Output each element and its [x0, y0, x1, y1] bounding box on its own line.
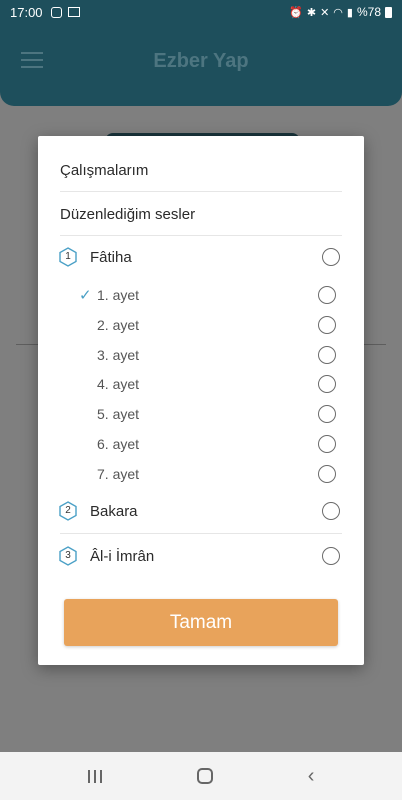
menu-item-my-studies[interactable]: Çalışmalarım: [60, 148, 342, 192]
app-bar: Ezber Yap: [0, 24, 402, 106]
ayah-item[interactable]: 7. ayet: [82, 461, 336, 487]
ayah-item[interactable]: ✓ 1. ayet: [79, 282, 336, 308]
battery-percent: %78: [356, 5, 381, 19]
recents-icon[interactable]: [87, 769, 102, 783]
battery-icon: [385, 6, 392, 18]
ayah-item[interactable]: 6. ayet: [82, 431, 336, 457]
status-bar: 17:00 ⏰ ✱ ✕ ◠ ▮ %78: [0, 0, 402, 24]
surah-name: Bakara: [90, 502, 138, 520]
ayah-radio[interactable]: [318, 435, 336, 453]
surah-radio[interactable]: [322, 248, 340, 266]
surah-radio[interactable]: [322, 502, 340, 520]
ayah-item[interactable]: 5. ayet: [82, 401, 336, 427]
divider: [60, 235, 342, 236]
gallery-icon: [67, 7, 80, 17]
surah-item-al-i-imran[interactable]: 3 Âl-i İmrân: [58, 541, 340, 571]
ok-button[interactable]: Tamam: [64, 599, 338, 646]
back-icon[interactable]: ‹: [308, 766, 315, 786]
check-icon: ✓: [79, 287, 92, 304]
ayah-radio[interactable]: [318, 316, 336, 334]
home-icon[interactable]: [196, 768, 213, 784]
bluetooth-icon: ✱: [306, 6, 317, 19]
ayah-radio[interactable]: [318, 405, 336, 423]
status-time: 17:00: [10, 4, 43, 20]
system-nav-bar: ‹: [0, 752, 402, 800]
hexagon-icon: 1: [58, 247, 78, 267]
surah-radio[interactable]: [322, 547, 340, 565]
page-title: Ezber Yap: [153, 50, 249, 72]
ayah-radio[interactable]: [318, 346, 336, 364]
surah-item-fatiha[interactable]: 1 Fâtiha: [58, 242, 340, 272]
surah-item-bakara[interactable]: 2 Bakara: [58, 496, 340, 526]
surah-selection-dialog: Çalışmalarım Düzenlediğim sesler 1 Fâtih…: [38, 136, 364, 665]
menu-item-edited-sounds[interactable]: Düzenlediğim sesler: [60, 192, 342, 236]
mute-icon: ✕: [320, 6, 330, 19]
ayah-item[interactable]: 2. ayet: [82, 312, 336, 338]
wifi-icon: ◠: [333, 6, 343, 19]
surah-name: Fâtiha: [90, 248, 132, 266]
ayah-radio[interactable]: [318, 465, 336, 483]
divider: [60, 533, 342, 534]
ayah-item[interactable]: 4. ayet: [82, 371, 336, 397]
signal-icon: ▮: [346, 6, 353, 19]
notification-icon: [50, 6, 62, 18]
alarm-icon: ⏰: [289, 6, 303, 19]
hexagon-icon: 3: [58, 546, 78, 566]
ayah-radio[interactable]: [318, 286, 336, 304]
surah-name: Âl-i İmrân: [90, 547, 155, 565]
ayah-radio[interactable]: [318, 375, 336, 393]
menu-item-label: Çalışmalarım: [60, 161, 149, 179]
hexagon-icon: 2: [58, 501, 78, 521]
ayah-item[interactable]: 3. ayet: [82, 342, 336, 368]
menu-item-label: Düzenlediğim sesler: [60, 205, 196, 223]
